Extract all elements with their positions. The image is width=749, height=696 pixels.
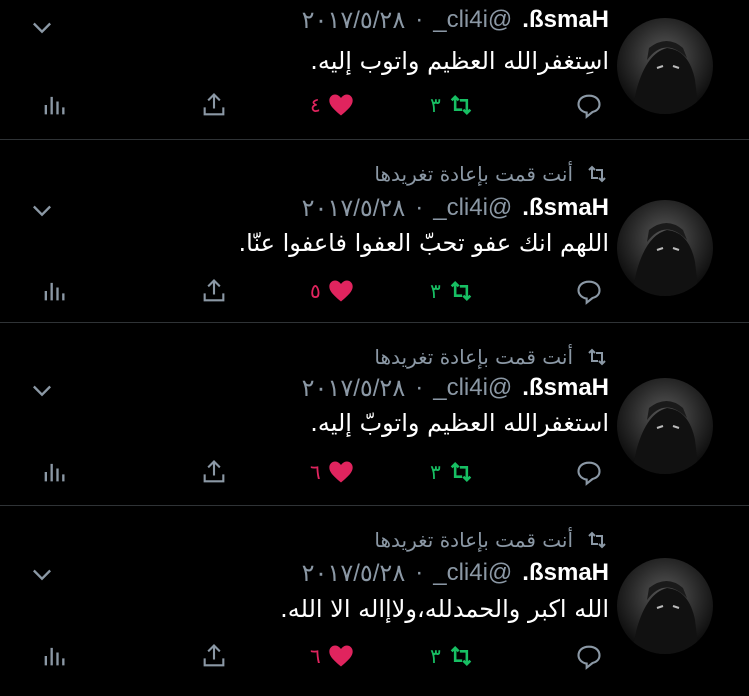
avatar-image	[631, 581, 699, 654]
tweet-date[interactable]: ٢٠١٧/٥/٢٨	[302, 194, 406, 223]
retweet-context-text: أنت قمت بإعادة تغريدها	[374, 528, 573, 552]
share-icon	[203, 279, 225, 302]
tweet-text: الله اكبر والحمدلله،ولاإاله الا الله.	[280, 595, 609, 623]
retweet-context-text: أنت قمت بإعادة تغريدها	[374, 162, 573, 186]
chevron-down-icon[interactable]	[28, 13, 56, 41]
reply-button[interactable]	[575, 454, 603, 490]
share-button[interactable]	[200, 87, 228, 123]
like-button[interactable]: ٥	[310, 273, 355, 309]
reply-icon	[577, 280, 601, 305]
tweet-header: ßsmaH. @cli4i_ · ٢٠١٧/٥/٢٨	[302, 368, 609, 408]
tweet-text: اسِتغفرالله العظيم واتوب إليه.	[310, 47, 609, 75]
retweet-icon	[588, 348, 606, 366]
tweet-date[interactable]: ٢٠١٧/٥/٢٨	[302, 559, 406, 588]
retweet-button[interactable]: ٣	[430, 87, 475, 123]
display-name[interactable]: ßsmaH.	[522, 374, 609, 402]
reply-button[interactable]	[575, 638, 603, 674]
like-button[interactable]: ٤	[310, 87, 355, 123]
analytics-button[interactable]	[40, 87, 68, 123]
tweet[interactable]: ßsmaH. @cli4i_ · ٢٠١٧/٥/٢٨ اسِتغفرالله ا…	[0, 0, 749, 140]
tweet-text: استغفرالله العظيم واتوبّ إليه.	[310, 409, 609, 437]
avatar[interactable]	[617, 18, 713, 114]
retweet-context: أنت قمت بإعادة تغريدها	[374, 157, 609, 191]
avatar-image	[631, 41, 699, 114]
analytics-icon	[44, 96, 65, 115]
user-handle[interactable]: @cli4i_	[433, 6, 512, 34]
reply-icon	[577, 645, 601, 670]
separator-dot: ·	[415, 6, 424, 33]
share-icon	[203, 93, 225, 116]
share-icon	[203, 460, 225, 483]
reply-icon	[577, 461, 601, 486]
retweet-button[interactable]: ٣	[430, 638, 475, 674]
display-name[interactable]: ßsmaH.	[522, 194, 609, 222]
reply-button[interactable]	[575, 87, 603, 123]
avatar-image	[631, 401, 699, 474]
avatar[interactable]	[617, 200, 713, 296]
reply-icon	[577, 94, 601, 119]
share-button[interactable]	[200, 454, 228, 490]
share-icon	[203, 644, 225, 667]
retweet-count: ٣	[430, 644, 441, 668]
like-button[interactable]: ٦	[310, 638, 355, 674]
chevron-down-icon[interactable]	[28, 196, 56, 224]
like-count: ٦	[310, 460, 321, 484]
separator-dot: ·	[415, 194, 424, 221]
user-handle[interactable]: @cli4i_	[433, 374, 512, 402]
retweet-count: ٣	[430, 460, 441, 484]
retweet-icon	[450, 646, 471, 666]
display-name[interactable]: ßsmaH.	[522, 559, 609, 587]
tweet-date[interactable]: ٢٠١٧/٥/٢٨	[302, 374, 406, 403]
user-handle[interactable]: @cli4i_	[433, 194, 512, 222]
retweet-icon	[450, 281, 471, 301]
chevron-down-icon[interactable]	[28, 560, 56, 588]
heart-icon	[329, 461, 353, 483]
tweet[interactable]: أنت قمت بإعادة تغريدها ßsmaH. @cli4i_ · …	[0, 323, 749, 506]
analytics-button[interactable]	[40, 454, 68, 490]
tweet-date[interactable]: ٢٠١٧/٥/٢٨	[302, 6, 406, 35]
analytics-icon	[44, 463, 65, 482]
avatar[interactable]	[617, 558, 713, 654]
retweet-button[interactable]: ٣	[430, 273, 475, 309]
analytics-icon	[44, 282, 65, 301]
retweet-count: ٣	[430, 93, 441, 117]
like-count: ٦	[310, 644, 321, 668]
display-name[interactable]: ßsmaH.	[522, 6, 609, 34]
heart-icon	[329, 645, 353, 667]
share-button[interactable]	[200, 273, 228, 309]
user-handle[interactable]: @cli4i_	[433, 559, 512, 587]
share-button[interactable]	[200, 638, 228, 674]
retweet-count: ٣	[430, 279, 441, 303]
heart-icon	[329, 280, 353, 302]
retweet-icon	[450, 462, 471, 482]
tweet[interactable]: أنت قمت بإعادة تغريدها ßsmaH. @cli4i_ · …	[0, 140, 749, 323]
avatar[interactable]	[617, 378, 713, 474]
tweet-header: ßsmaH. @cli4i_ · ٢٠١٧/٥/٢٨	[302, 188, 609, 228]
analytics-button[interactable]	[40, 638, 68, 674]
reply-button[interactable]	[575, 273, 603, 309]
retweet-icon	[588, 165, 606, 183]
like-button[interactable]: ٦	[310, 454, 355, 490]
separator-dot: ·	[415, 374, 424, 401]
avatar-image	[631, 223, 699, 296]
retweet-button[interactable]: ٣	[430, 454, 475, 490]
analytics-button[interactable]	[40, 273, 68, 309]
separator-dot: ·	[415, 559, 424, 586]
retweet-context-text: أنت قمت بإعادة تغريدها	[374, 345, 573, 369]
like-count: ٤	[310, 93, 321, 117]
retweet-context: أنت قمت بإعادة تغريدها	[374, 523, 609, 557]
tweet[interactable]: أنت قمت بإعادة تغريدها ßsmaH. @cli4i_ · …	[0, 506, 749, 696]
tweet-text: اللهم انك عفو تحبّ العفوا فاعفوا عنّا.	[238, 229, 610, 257]
retweet-icon	[450, 95, 471, 115]
heart-icon	[329, 94, 353, 116]
chevron-down-icon[interactable]	[28, 376, 56, 404]
retweet-icon	[588, 531, 606, 549]
tweet-header: ßsmaH. @cli4i_ · ٢٠١٧/٥/٢٨	[302, 553, 609, 593]
analytics-icon	[44, 647, 65, 666]
tweet-header: ßsmaH. @cli4i_ · ٢٠١٧/٥/٢٨	[302, 0, 609, 40]
like-count: ٥	[310, 279, 321, 303]
